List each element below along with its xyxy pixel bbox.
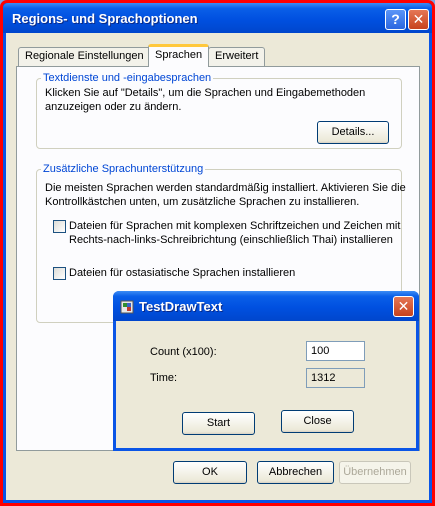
test-dialog-title: TestDrawText [139, 299, 223, 314]
window-title: Regions- und Sprachoptionen [12, 11, 198, 26]
test-dialog-client: Count (x100): 100 Time: 1312 Start Close [116, 321, 416, 448]
complex-scripts-label-2: Rechts-nach-links-Schreibrichtung (einsc… [69, 234, 393, 246]
east-asian-label: Dateien für ostasiatische Sprachen insta… [69, 267, 296, 279]
apply-button: Übernehmen [339, 461, 411, 484]
tab-regional-settings[interactable]: Regionale Einstellungen [18, 47, 151, 66]
ok-button[interactable]: OK [173, 461, 247, 484]
title-bar[interactable]: Regions- und Sprachoptionen ? ✕ [3, 3, 432, 33]
additional-language-legend: Zusätzliche Sprachunterstützung [43, 163, 204, 175]
test-dialog-title-bar[interactable]: TestDrawText ✕ [113, 291, 419, 321]
complex-scripts-label-1: Dateien für Sprachen mit komplexen Schri… [69, 220, 401, 232]
count-label: Count (x100): [150, 346, 217, 358]
tab-label: Sprachen [155, 49, 203, 61]
tab-label: Regionale Einstellungen [25, 50, 144, 62]
east-asian-checkbox[interactable] [53, 267, 66, 280]
close-dialog-button[interactable]: Close [281, 410, 354, 433]
text-services-description-1: Klicken Sie auf "Details", um die Sprach… [45, 87, 366, 99]
tab-advanced[interactable]: Erweitert [208, 47, 266, 66]
additional-description-1: Die meisten Sprachen werden standardmäßi… [45, 182, 406, 194]
tab-label: Erweitert [215, 50, 259, 62]
test-draw-text-dialog: TestDrawText ✕ Count (x100): 100 Time: 1… [113, 291, 419, 451]
app-icon [120, 300, 134, 314]
time-field: 1312 [306, 368, 365, 388]
time-label: Time: [150, 372, 178, 384]
cancel-button[interactable]: Abbrechen [257, 461, 334, 484]
count-input[interactable]: 100 [306, 341, 365, 361]
tab-languages[interactable]: Sprachen [148, 44, 210, 67]
text-services-description-2: anzuzeigen oder zu ändern. [45, 101, 182, 113]
test-dialog-close-icon[interactable]: ✕ [393, 296, 414, 317]
details-button[interactable]: Details... [317, 121, 389, 144]
start-button[interactable]: Start [182, 412, 255, 435]
help-button[interactable]: ? [385, 9, 406, 30]
text-services-legend: Textdienste und -eingabesprachen [43, 72, 212, 84]
close-button[interactable]: ✕ [408, 9, 429, 30]
complex-scripts-checkbox[interactable] [53, 220, 66, 233]
additional-description-2: Kontrollkästchen unten, um zusätzliche S… [45, 196, 360, 208]
